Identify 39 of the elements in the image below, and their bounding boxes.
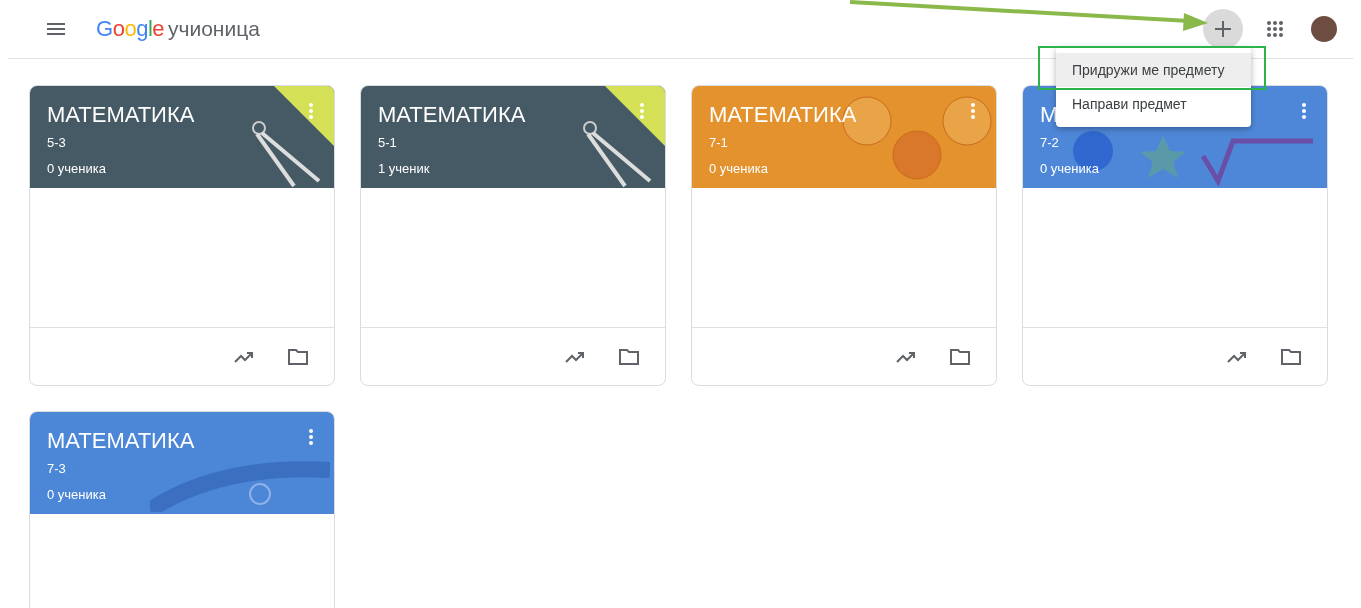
class-section: 7-3 — [47, 461, 318, 476]
folder-icon — [288, 348, 308, 365]
class-section: 7-1 — [709, 135, 980, 150]
student-count: 1 ученик — [378, 161, 431, 176]
student-count: 0 ученика — [709, 161, 769, 176]
more-icon — [971, 103, 975, 119]
more-button[interactable] — [306, 428, 316, 446]
class-title[interactable]: МАТЕМАТИКА — [378, 102, 649, 128]
apps-grid-icon — [1267, 21, 1283, 37]
folder-icon — [950, 348, 970, 365]
class-card[interactable]: МАТЕМАТИКА 5-3 0 ученика — [29, 85, 335, 386]
menu-item[interactable]: Придружи ме предмету — [1056, 53, 1251, 87]
class-section: 7-2 — [1040, 135, 1311, 150]
class-section: 5-1 — [378, 135, 649, 150]
trend-icon — [234, 350, 254, 363]
more-icon — [640, 103, 644, 119]
class-title[interactable]: МАТЕМАТИКА — [709, 102, 980, 128]
avatar[interactable] — [1311, 16, 1337, 42]
more-icon — [309, 103, 313, 119]
class-card[interactable]: МАТЕМАТИКА 5-1 1 ученик — [360, 85, 666, 386]
trend-icon — [896, 350, 916, 363]
menu-icon — [47, 23, 65, 35]
class-card[interactable]: МАТЕМАТИКА 7-3 0 ученика — [29, 411, 335, 608]
folder-icon — [1281, 348, 1301, 365]
trend-icon — [1227, 350, 1247, 363]
folder-icon — [619, 348, 639, 365]
class-card[interactable]: МАТЕМАТИКА 7-1 0 ученика — [691, 85, 997, 386]
student-count: 0 ученика — [1040, 161, 1100, 176]
class-title[interactable]: МАТЕМАТИКА — [47, 428, 318, 454]
student-count: 0 ученика — [47, 161, 107, 176]
class-section: 5-3 — [47, 135, 318, 150]
product-name: учионица — [168, 17, 260, 41]
plus-icon — [1215, 21, 1231, 37]
add-button[interactable] — [1203, 9, 1243, 49]
trend-icon — [565, 350, 585, 363]
more-icon — [309, 429, 313, 445]
student-count: 0 ученика — [47, 487, 107, 502]
logo[interactable]: Google — [96, 16, 164, 42]
class-title[interactable]: МАТЕМАТИКА — [47, 102, 318, 128]
